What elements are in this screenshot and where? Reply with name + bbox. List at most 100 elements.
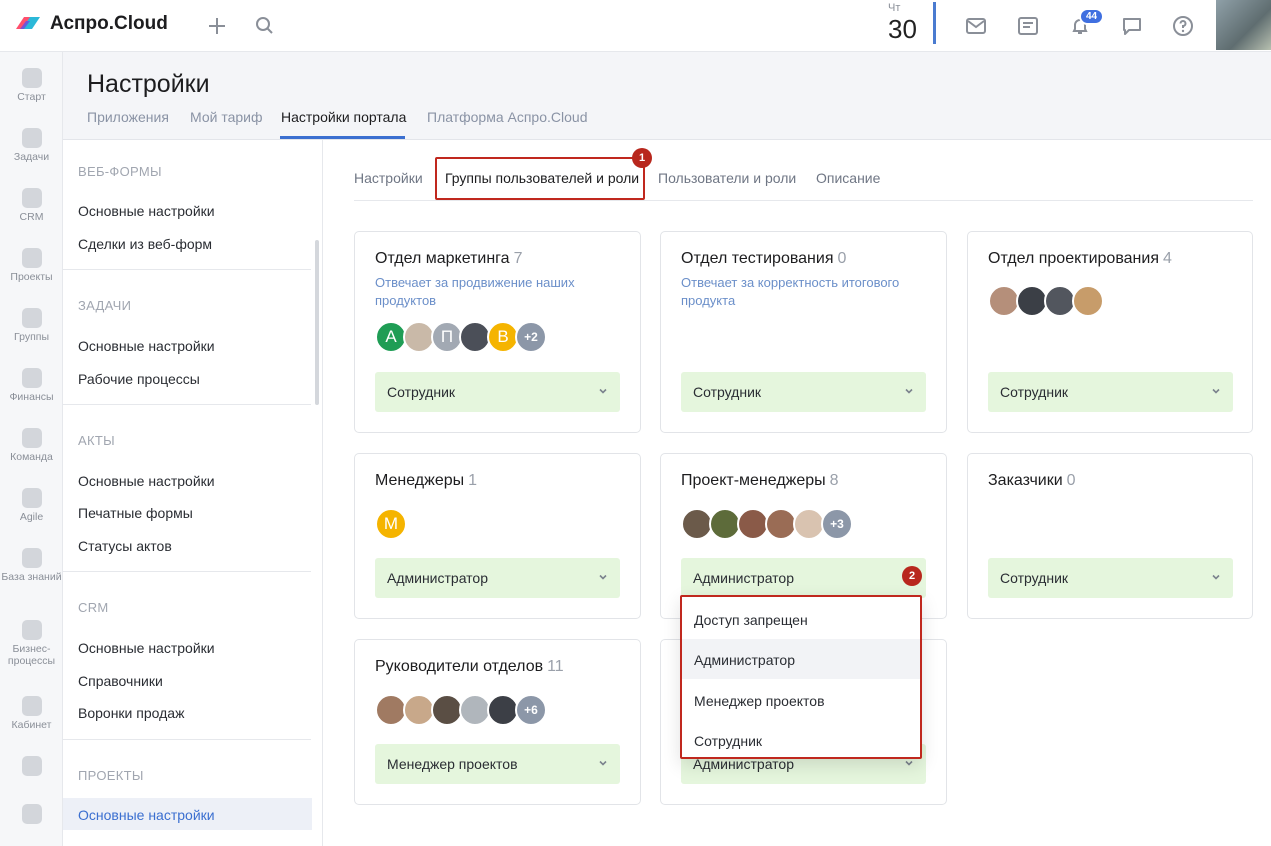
tab-settings[interactable]: Настройки: [354, 170, 423, 186]
role-value: Администратор: [693, 570, 795, 586]
sidebar-item[interactable]: Сделки из веб-форм: [78, 236, 212, 252]
role-select[interactable]: Сотрудник: [375, 372, 620, 412]
chevron-down-icon: [1212, 574, 1220, 580]
sidebar-item[interactable]: Статусы актов: [78, 538, 172, 554]
tab-portal-settings[interactable]: Настройки портала: [281, 109, 406, 125]
calendar-date[interactable]: Чт 30: [884, 2, 936, 44]
sidebar-item[interactable]: Основные настройки: [78, 338, 215, 354]
member-avatars: +3: [681, 508, 853, 540]
settings-sidebar: ВЕБ-ФОРМЫ Основные настройки Сделки из в…: [63, 140, 323, 846]
scrollbar[interactable]: [315, 240, 319, 405]
nav-label: Agile: [19, 511, 44, 523]
nav-item-cabinet[interactable]: Кабинет: [0, 696, 63, 731]
active-tab-indicator: [280, 136, 405, 139]
group-name: Руководители отделов: [375, 658, 544, 675]
mail-icon[interactable]: [963, 13, 989, 39]
group-card[interactable]: Отдел тестирования 0 Отвечает за корректн…: [660, 231, 947, 433]
day-of-week: Чт: [888, 2, 901, 14]
role-select[interactable]: Сотрудник: [988, 558, 1233, 598]
role-select-open[interactable]: Администратор: [681, 558, 926, 598]
help-icon[interactable]: [1170, 13, 1196, 39]
sidebar-item[interactable]: Основные настройки: [78, 473, 215, 489]
nav-item-crm[interactable]: CRM: [0, 188, 63, 223]
group-description: Отвечает за продвижение наших продуктов: [375, 275, 575, 308]
tab-platform[interactable]: Платформа Аспро.Cloud: [427, 109, 587, 125]
nav-label: Проекты: [10, 271, 53, 283]
member-avatar[interactable]: М: [375, 508, 407, 540]
search-icon[interactable]: [252, 13, 278, 39]
chat-icon[interactable]: [1119, 13, 1145, 39]
role-select[interactable]: Сотрудник: [988, 372, 1233, 412]
user-avatar[interactable]: [1216, 0, 1271, 50]
page-header: Настройки Приложения Мой тариф Настройки…: [63, 52, 1271, 140]
app-logo[interactable]: Аспро.Cloud: [14, 13, 168, 35]
nav-label: Старт: [17, 91, 46, 103]
tabs-divider: [354, 200, 1253, 201]
sidebar-item[interactable]: Основные настройки: [78, 203, 215, 219]
divider: [63, 404, 311, 405]
nav-item-finance[interactable]: Финансы: [0, 368, 63, 403]
group-description: Отвечает за корректность итогового проду…: [681, 275, 900, 308]
top-bar: Аспро.Cloud Чт 30 44: [0, 0, 1271, 52]
tab-users-roles[interactable]: Пользователи и роли: [658, 170, 796, 186]
dropdown-option[interactable]: Менеджер проектов: [682, 680, 920, 720]
sidebar-item[interactable]: Справочники: [78, 673, 163, 689]
nav-item-projects[interactable]: Проекты: [0, 248, 63, 283]
plus-icon[interactable]: [204, 13, 230, 39]
nav-item-tasks[interactable]: Задачи: [0, 128, 63, 163]
more-members[interactable]: +2: [515, 321, 547, 353]
group-card[interactable]: Руководители отделов 11 +6 Менеджер проек…: [354, 639, 641, 805]
sidebar-item-active[interactable]: Основные настройки: [78, 807, 215, 823]
tab-applications[interactable]: Приложения: [87, 109, 169, 125]
nav-item-groups[interactable]: Группы: [0, 308, 63, 343]
nav-item-start[interactable]: Старт: [0, 68, 63, 103]
main-nav: Старт Задачи CRM Проекты Группы Финансы …: [0, 52, 63, 846]
role-value: Администратор: [387, 570, 489, 586]
nav-item-logo[interactable]: [0, 756, 63, 779]
role-value: Сотрудник: [693, 384, 762, 400]
notes-icon[interactable]: [1015, 13, 1041, 39]
divider: [63, 269, 311, 270]
role-dropdown-menu: Доступ запрещен Администратор Менеджер п…: [680, 595, 922, 759]
role-value: Сотрудник: [1000, 570, 1069, 586]
member-avatar[interactable]: [1072, 285, 1104, 317]
dropdown-option-selected[interactable]: Администратор: [682, 639, 920, 679]
group-card[interactable]: Заказчики 0 Сотрудник: [967, 453, 1253, 619]
group-card[interactable]: Отдел проектирования 4 Сотрудник: [967, 231, 1253, 433]
sidebar-item[interactable]: Печатные формы: [78, 505, 193, 521]
funnel-icon: [21, 188, 42, 208]
role-select[interactable]: Администратор: [375, 558, 620, 598]
day-number: 30: [888, 14, 917, 44]
agile-icon: [21, 488, 42, 508]
annotation-number-2: 2: [902, 566, 922, 586]
group-count: 8: [829, 472, 839, 489]
more-members[interactable]: +6: [515, 694, 547, 726]
sidebar-item[interactable]: Рабочие процессы: [78, 371, 200, 387]
more-members[interactable]: +3: [821, 508, 853, 540]
group-card[interactable]: Менеджеры 1 М Администратор: [354, 453, 641, 619]
sidebar-item[interactable]: Воронки продаж: [78, 705, 184, 721]
group-card[interactable]: Отдел маркетинга 7 Отвечает за продвижени…: [354, 231, 641, 433]
nav-item-knowledge-base[interactable]: База знаний: [0, 548, 63, 583]
sidebar-item[interactable]: Основные настройки: [78, 640, 215, 656]
finance-icon: [21, 368, 42, 388]
chevron-down-icon: [1212, 388, 1220, 394]
role-select[interactable]: Сотрудник: [681, 372, 926, 412]
dropdown-option[interactable]: Доступ запрещен: [682, 599, 920, 639]
projects-icon: [21, 248, 42, 268]
chevron-down-icon: [599, 388, 607, 394]
nav-item-business-processes[interactable]: Бизнес-процессы: [0, 620, 63, 667]
role-value: Сотрудник: [387, 384, 456, 400]
tab-my-plan[interactable]: Мой тариф: [190, 109, 262, 125]
group-count: 0: [1066, 472, 1076, 489]
nav-item-team[interactable]: Команда: [0, 428, 63, 463]
group-count: 7: [513, 250, 523, 267]
nav-item-agile[interactable]: Agile: [0, 488, 63, 523]
dropdown-option[interactable]: Сотрудник: [682, 720, 920, 760]
check-icon: [21, 128, 42, 148]
tab-description[interactable]: Описание: [816, 170, 880, 186]
role-select[interactable]: Менеджер проектов: [375, 744, 620, 784]
app-name: Аспро.Cloud: [50, 13, 168, 34]
nav-label: CRM: [19, 211, 44, 223]
nav-item-settings[interactable]: [0, 804, 63, 827]
